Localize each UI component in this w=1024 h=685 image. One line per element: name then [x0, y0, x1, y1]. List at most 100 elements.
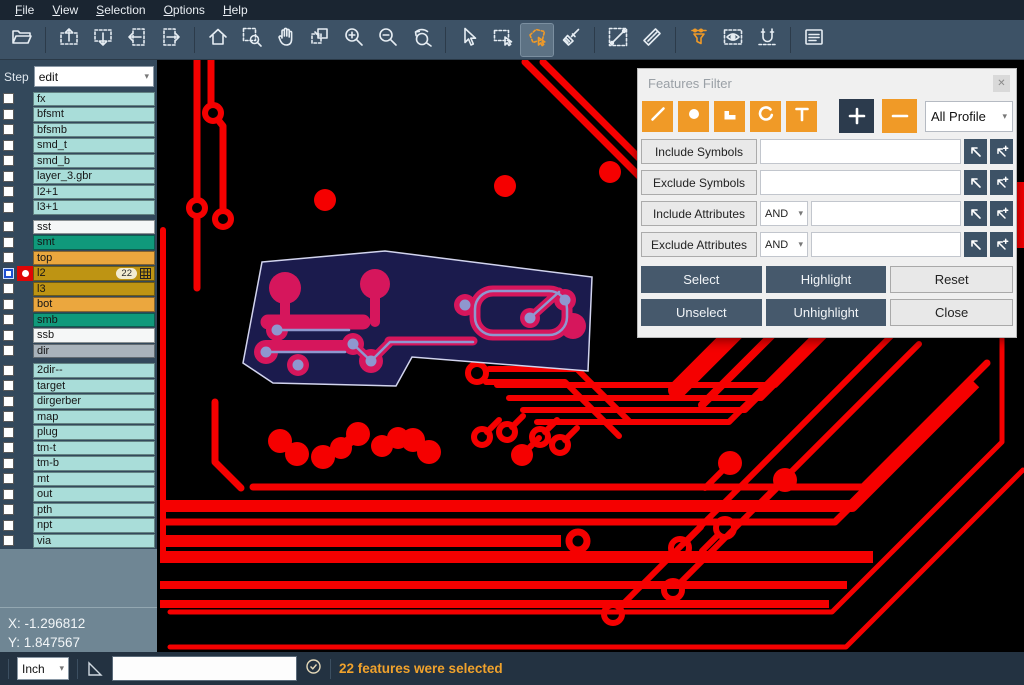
unselect-button[interactable]: Unselect — [641, 299, 762, 326]
layer-checkbox[interactable] — [3, 427, 14, 438]
layer-checkbox[interactable] — [3, 186, 14, 197]
zoom-area-button[interactable] — [236, 24, 268, 56]
layer-checkbox[interactable] — [3, 442, 14, 453]
menu-item-view[interactable]: View — [43, 1, 87, 19]
unit-select[interactable]: Inch ▾ — [17, 657, 69, 680]
select-polygon-button[interactable] — [521, 24, 553, 56]
step-select[interactable]: edit ▾ — [34, 66, 154, 87]
pick-arrow-button[interactable] — [964, 201, 987, 226]
layer-label-cell[interactable]: 2dir-- — [33, 363, 155, 378]
layer-label-cell[interactable]: dirgerber — [33, 394, 155, 409]
layer-checkbox[interactable] — [3, 345, 14, 356]
pick-arrow-button[interactable] — [964, 139, 987, 164]
layer-label-cell[interactable]: layer_3.gbr — [33, 169, 155, 184]
remove-filter-button[interactable] — [882, 99, 917, 133]
layer-checkbox[interactable] — [3, 171, 14, 182]
layer-label-cell[interactable]: fx — [33, 92, 155, 107]
close-button[interactable]: Close — [890, 299, 1013, 326]
layer-label-cell[interactable]: smb — [33, 313, 155, 328]
close-icon[interactable]: ✕ — [993, 75, 1010, 92]
pick-arrow-button[interactable] — [964, 170, 987, 195]
open-file-button[interactable] — [6, 24, 38, 56]
pick-arrow-add-button[interactable] — [990, 232, 1013, 257]
layer-checkbox[interactable] — [3, 365, 14, 376]
include-symbols-field[interactable] — [760, 139, 961, 164]
layer-checkbox[interactable] — [3, 535, 14, 546]
highlight-button[interactable]: Highlight — [766, 266, 887, 293]
measure-ruler-button[interactable] — [636, 24, 668, 56]
surface-feature-button[interactable] — [714, 101, 745, 132]
pick-arrow-add-button[interactable] — [990, 139, 1013, 164]
layer-checkbox[interactable] — [3, 489, 14, 500]
layer-checkbox[interactable] — [3, 202, 14, 213]
pan-hand-button[interactable] — [270, 24, 302, 56]
snap-magnet-button[interactable] — [751, 24, 783, 56]
zoom-object-button[interactable] — [304, 24, 336, 56]
layer-label-cell[interactable]: mt — [33, 472, 155, 487]
layer-label-cell[interactable]: pth — [33, 503, 155, 518]
select-rectangle-button[interactable] — [487, 24, 519, 56]
zoom-previous-button[interactable] — [406, 24, 438, 56]
include-attributes-field[interactable] — [811, 201, 961, 226]
exclude-attributes-field[interactable] — [811, 232, 961, 257]
layer-label-cell[interactable]: ssb — [33, 328, 155, 343]
layer-label-cell[interactable]: plug — [33, 425, 155, 440]
layer-label-cell[interactable]: l222 — [33, 266, 155, 281]
layer-checkbox[interactable] — [3, 237, 14, 248]
measure-distance-button[interactable] — [602, 24, 634, 56]
layer-label-cell[interactable]: bfsmt — [33, 107, 155, 122]
line-feature-button[interactable] — [642, 101, 673, 132]
include-symbols-button[interactable]: Include Symbols — [641, 139, 757, 164]
layer-checkbox[interactable] — [3, 396, 14, 407]
pick-arrow-add-button[interactable] — [990, 201, 1013, 226]
zoom-in-button[interactable] — [338, 24, 370, 56]
layer-checkbox[interactable] — [3, 504, 14, 515]
layer-checkbox[interactable] — [3, 140, 14, 151]
features-filter-button[interactable] — [683, 24, 715, 56]
layers-panel-button[interactable] — [798, 24, 830, 56]
layer-label-cell[interactable]: tm-t — [33, 441, 155, 456]
layer-checkbox[interactable] — [3, 109, 14, 120]
layer-label-cell[interactable]: l3+1 — [33, 200, 155, 215]
refresh-icon[interactable] — [305, 658, 322, 680]
layer-label-cell[interactable]: out — [33, 487, 155, 502]
menu-item-selection[interactable]: Selection — [87, 1, 154, 19]
include-attributes-operator-select[interactable]: AND▾ — [760, 201, 808, 226]
layer-checkbox[interactable] — [3, 411, 14, 422]
layer-checkbox[interactable] — [3, 283, 14, 294]
layer-label-cell[interactable]: bfsmb — [33, 123, 155, 138]
dialog-title-bar[interactable]: Features Filter ✕ — [638, 69, 1016, 97]
add-filter-button[interactable] — [839, 99, 874, 133]
view-options-button[interactable] — [717, 24, 749, 56]
layer-label-cell[interactable]: bot — [33, 297, 155, 312]
zoom-out-button[interactable] — [372, 24, 404, 56]
pan-up-button[interactable] — [53, 24, 85, 56]
layer-checkbox[interactable] — [3, 93, 14, 104]
layer-label-cell[interactable]: tm-b — [33, 456, 155, 471]
layer-label-cell[interactable]: dir — [33, 344, 155, 359]
layer-label-cell[interactable]: sst — [33, 220, 155, 235]
layer-checkbox[interactable] — [3, 314, 14, 325]
layer-checkbox[interactable] — [3, 268, 14, 279]
layer-checkbox[interactable] — [3, 458, 14, 469]
layer-checkbox[interactable] — [3, 155, 14, 166]
include-attributes-button[interactable]: Include Attributes — [641, 201, 757, 226]
pick-arrow-button[interactable] — [964, 232, 987, 257]
pick-arrow-add-button[interactable] — [990, 170, 1013, 195]
menu-item-file[interactable]: File — [6, 1, 43, 19]
exclude-attributes-button[interactable]: Exclude Attributes — [641, 232, 757, 257]
exclude-attributes-operator-select[interactable]: AND▾ — [760, 232, 808, 257]
home-view-button[interactable] — [202, 24, 234, 56]
layer-label-cell[interactable]: map — [33, 410, 155, 425]
grid-table-icon[interactable] — [140, 268, 151, 279]
command-input[interactable] — [112, 656, 297, 681]
unhighlight-button[interactable]: Unhighlight — [766, 299, 887, 326]
cleanup-brush-button[interactable] — [555, 24, 587, 56]
layer-label-cell[interactable]: smd_t — [33, 138, 155, 153]
layer-checkbox[interactable] — [3, 380, 14, 391]
layer-checkbox[interactable] — [3, 330, 14, 341]
layer-label-cell[interactable]: l2+1 — [33, 185, 155, 200]
pan-down-button[interactable] — [87, 24, 119, 56]
layer-label-cell[interactable]: npt — [33, 518, 155, 533]
layer-label-cell[interactable]: smd_b — [33, 154, 155, 169]
